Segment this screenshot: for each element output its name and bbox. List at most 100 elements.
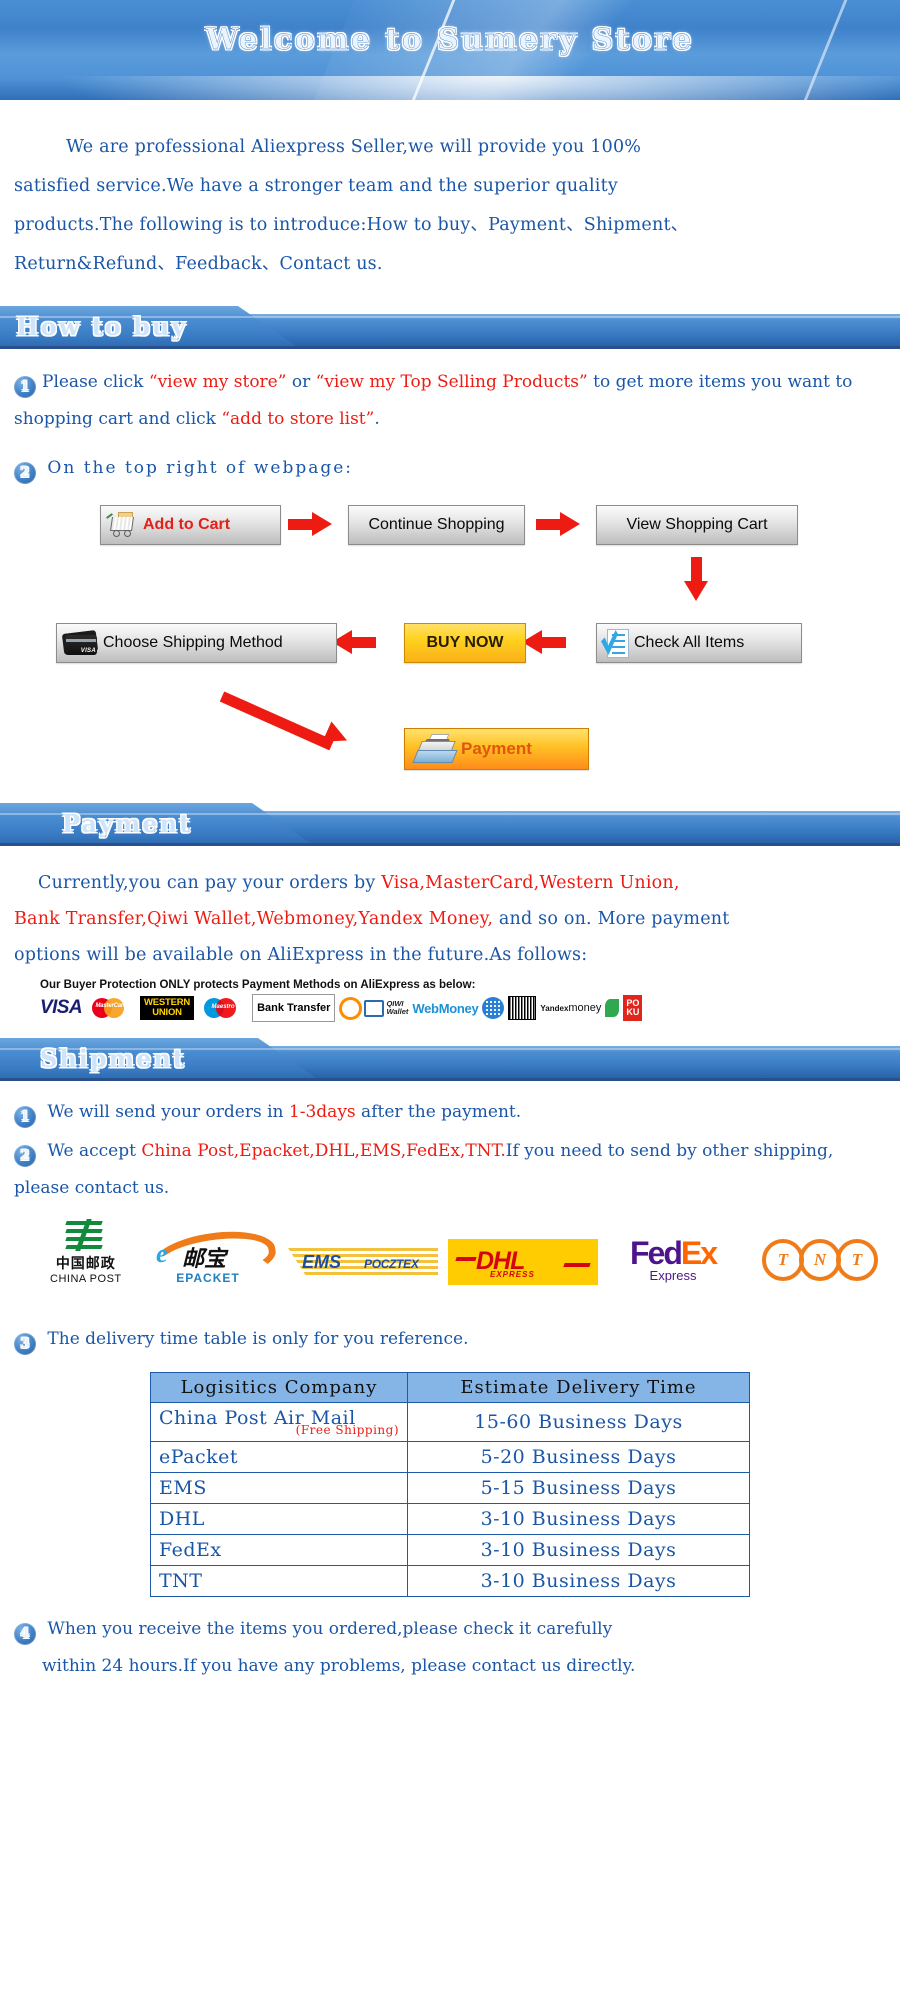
ship2-highlight: China Post,Epacket,DHL,EMS,FedEx,TNT. bbox=[141, 1141, 506, 1161]
bank-transfer-icon: Bank Transfer bbox=[252, 994, 336, 1022]
yandex-dot-icon bbox=[482, 997, 505, 1019]
store-description-page: Welcome to Sumery Store We are professio… bbox=[0, 0, 900, 2000]
section-title-payment: Payment bbox=[62, 809, 193, 838]
fedex-logo: FedEx Express bbox=[630, 1235, 718, 1283]
section-header-shipment: Shipment bbox=[0, 1038, 900, 1082]
htb1-quote-1: “view my store” bbox=[148, 372, 287, 392]
htb1-quote-3: “add to store list” bbox=[221, 409, 375, 429]
step-badge-4: 4 bbox=[14, 1623, 36, 1645]
section-header-how-to-buy: How to buy bbox=[0, 306, 900, 350]
buyer-protection-block: Our Buyer Protection ONLY protects Payme… bbox=[0, 973, 900, 1022]
flow-node-buy-now[interactable]: BUY NOW bbox=[404, 623, 526, 663]
table-row: FedEx 3-10 Business Days bbox=[150, 1534, 750, 1566]
fedex-icon: FedEx bbox=[630, 1235, 718, 1271]
china-post-cn: 中国邮政 bbox=[55, 1255, 116, 1271]
htb1-quote-2: “view my Top Selling Products” bbox=[315, 372, 588, 392]
table-cell-company: DHL bbox=[150, 1503, 408, 1535]
china-post-icon bbox=[65, 1219, 106, 1251]
htb1-text-b: or bbox=[291, 372, 311, 392]
payment-paragraph: Currently,you can pay your orders by Vis… bbox=[0, 847, 900, 973]
table-row: EMS 5-15 Business Days bbox=[150, 1472, 750, 1504]
flow-node-payment[interactable]: Payment bbox=[404, 728, 589, 770]
step-badge-3: 3 bbox=[14, 1333, 36, 1355]
table-cell-company: TNT bbox=[150, 1565, 408, 1597]
table-row: ePacket 5-20 Business Days bbox=[150, 1441, 750, 1473]
carrier-logos: 中国邮政 CHINA POST e 邮宝 EPACKET EMS POCZTEX D… bbox=[0, 1217, 900, 1307]
shipment-item-4: 4 When you receive the items you ordered… bbox=[0, 1611, 900, 1685]
flow-node-check-all-items[interactable]: Check All Items bbox=[596, 623, 802, 663]
step-badge-1: 1 bbox=[14, 376, 36, 398]
flow-node-add-to-cart[interactable]: Add to Cart bbox=[100, 505, 281, 545]
step-badge-2: 2 bbox=[14, 1145, 36, 1167]
table-cell-company: China Post Air Mail (Free Shipping) bbox=[150, 1402, 408, 1442]
ship2-pre: We accept bbox=[47, 1141, 142, 1161]
china-post-logo: 中国邮政 CHINA POST bbox=[50, 1219, 122, 1285]
htb2-text: On the top right of webpage: bbox=[47, 458, 354, 478]
table-row: China Post Air Mail (Free Shipping) 15-6… bbox=[150, 1402, 750, 1442]
checkout-flow-diagram: Add to Cart Continue Shopping View Shopp… bbox=[0, 495, 900, 825]
flow-arrow-2-right-icon bbox=[536, 512, 582, 536]
table-row: DHL 3-10 Business Days bbox=[150, 1503, 750, 1535]
flow-arrow-down-icon bbox=[684, 557, 708, 603]
dhl-logo: DHL EXPRESS bbox=[448, 1239, 598, 1285]
epacket-logo: e 邮宝 EPACKET bbox=[148, 1224, 279, 1290]
mastercard-icon: MasterCard bbox=[86, 997, 136, 1019]
checklist-icon bbox=[601, 628, 631, 658]
section-header-payment: Payment bbox=[0, 803, 900, 847]
intro-line-1: We are professional Aliexpress Seller,we… bbox=[66, 137, 642, 157]
flow-node-view-shopping-cart[interactable]: View Shopping Cart bbox=[596, 505, 798, 545]
china-post-en: CHINA POST bbox=[50, 1273, 122, 1285]
epacket-icon: e 邮宝 bbox=[148, 1224, 279, 1290]
sberbank-leaf-icon bbox=[605, 999, 620, 1017]
dhl-icon: DHL EXPRESS bbox=[448, 1239, 598, 1285]
maestro-icon: Maestro bbox=[198, 997, 248, 1019]
section-title-how-to-buy: How to buy bbox=[16, 312, 188, 341]
table-cell-time: 3-10 Business Days bbox=[407, 1503, 750, 1535]
table-row: TNT 3-10 Business Days bbox=[150, 1565, 750, 1597]
intro-line-4: Return&Refund、Feedback、Contact us. bbox=[14, 254, 383, 274]
flow-label-check-all-items: Check All Items bbox=[634, 634, 745, 651]
flow-label-choose-shipping-method: Choose Shipping Method bbox=[103, 634, 283, 651]
table-cell-time: 5-15 Business Days bbox=[407, 1472, 750, 1504]
shopping-cart-icon bbox=[105, 512, 139, 537]
webmoney-icon: WebMoney bbox=[412, 1000, 479, 1016]
flow-label-add-to-cart: Add to Cart bbox=[143, 516, 231, 533]
how-to-buy-item-2: 2 On the top right of webpage: bbox=[0, 450, 900, 487]
shipment-item-2: 2 We accept China Post,Epacket,DHL,EMS,F… bbox=[0, 1133, 900, 1207]
intro-paragraph: We are professional Aliexpress Seller,we… bbox=[0, 100, 900, 284]
payment-line2-blue: and so on. More payment bbox=[493, 909, 730, 929]
how-to-buy-item-1: 1 Please click “view my store” or “view m… bbox=[0, 364, 900, 438]
ems-logo: EMS POCZTEX bbox=[288, 1245, 438, 1279]
table-cell-company: EMS bbox=[150, 1472, 408, 1504]
flow-arrow-3-left-icon bbox=[520, 630, 566, 654]
tnt-icon: TNT bbox=[762, 1239, 878, 1281]
yandex-money-icon: Yandex money bbox=[540, 1001, 602, 1014]
cash-register-icon bbox=[412, 734, 458, 764]
payment-method-logos: VISA MasterCard WESTERN UNION Maestro Ban… bbox=[40, 994, 900, 1022]
table-cell-time: 15-60 Business Days bbox=[407, 1402, 750, 1442]
payment-line2-red: Bank Transfer,Qiwi Wallet,Webmoney,Yande… bbox=[14, 909, 494, 929]
table-cell-time: 3-10 Business Days bbox=[407, 1534, 750, 1566]
section-title-shipment: Shipment bbox=[40, 1044, 186, 1073]
table-header-row: Logisitics Company Estimate Delivery Tim… bbox=[150, 1372, 750, 1403]
hero-bottom-glow bbox=[0, 76, 900, 100]
delivery-time-table: Logisitics Company Estimate Delivery Tim… bbox=[150, 1372, 750, 1597]
table-cell-company: ePacket bbox=[150, 1441, 408, 1473]
flow-node-choose-shipping-method[interactable]: VISA Choose Shipping Method bbox=[56, 623, 337, 663]
payment-line3: options will be available on AliExpress … bbox=[14, 945, 588, 965]
ship1-post: after the payment. bbox=[355, 1102, 522, 1122]
table-header-company: Logisitics Company bbox=[150, 1372, 408, 1403]
flow-node-continue-shopping[interactable]: Continue Shopping bbox=[348, 505, 525, 545]
intro-line-3: products.The following is to introduce:H… bbox=[14, 215, 689, 235]
credit-card-icon: VISA bbox=[61, 630, 101, 656]
table-cell-time: 5-20 Business Days bbox=[407, 1441, 750, 1473]
table-header-time: Estimate Delivery Time bbox=[407, 1372, 750, 1403]
table-cell-time: 3-10 Business Days bbox=[407, 1565, 750, 1597]
boleto-barcode-icon bbox=[508, 996, 537, 1020]
hero-title: Welcome to Sumery Store bbox=[205, 22, 695, 56]
flow-label-payment: Payment bbox=[461, 739, 532, 758]
table-cell-company: FedEx bbox=[150, 1534, 408, 1566]
step-badge-2: 2 bbox=[14, 462, 36, 484]
delivery-time-table-wrap: Logisitics Company Estimate Delivery Tim… bbox=[0, 1372, 900, 1597]
epacket-cn: 邮宝 bbox=[182, 1246, 227, 1271]
